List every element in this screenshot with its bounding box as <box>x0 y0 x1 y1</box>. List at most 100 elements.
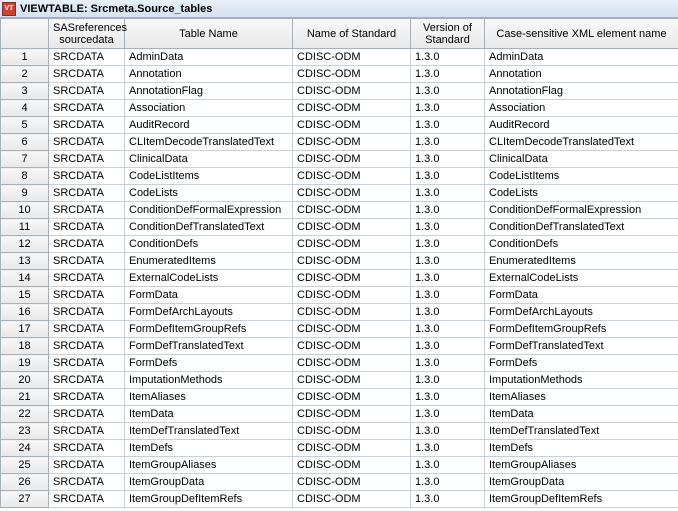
cell-xmlname[interactable]: ItemDefTranslatedText <box>485 423 678 440</box>
cell-standard[interactable]: CDISC-ODM <box>293 304 411 321</box>
cell-version[interactable]: 1.3.0 <box>411 49 485 66</box>
window-titlebar[interactable]: VT VIEWTABLE: Srcmeta.Source_tables <box>0 0 678 18</box>
cell-xmlname[interactable]: AuditRecord <box>485 117 678 134</box>
table-row[interactable]: 12SRCDATAConditionDefsCDISC-ODM1.3.0Cond… <box>1 236 678 253</box>
cell-xmlname[interactable]: FormDefArchLayouts <box>485 304 678 321</box>
cell-sourcedata[interactable]: SRCDATA <box>49 253 125 270</box>
cell-xmlname[interactable]: ItemGroupAliases <box>485 457 678 474</box>
cell-xmlname[interactable]: AdminData <box>485 49 678 66</box>
cell-standard[interactable]: CDISC-ODM <box>293 236 411 253</box>
cell-sourcedata[interactable]: SRCDATA <box>49 355 125 372</box>
cell-sourcedata[interactable]: SRCDATA <box>49 304 125 321</box>
cell-tablename[interactable]: ConditionDefFormalExpression <box>125 202 293 219</box>
cell-version[interactable]: 1.3.0 <box>411 287 485 304</box>
cell-standard[interactable]: CDISC-ODM <box>293 338 411 355</box>
cell-standard[interactable]: CDISC-ODM <box>293 491 411 508</box>
cell-standard[interactable]: CDISC-ODM <box>293 389 411 406</box>
cell-tablename[interactable]: ClinicalData <box>125 151 293 168</box>
cell-standard[interactable]: CDISC-ODM <box>293 117 411 134</box>
cell-tablename[interactable]: ItemGroupData <box>125 474 293 491</box>
cell-xmlname[interactable]: Association <box>485 100 678 117</box>
cell-sourcedata[interactable]: SRCDATA <box>49 185 125 202</box>
cell-standard[interactable]: CDISC-ODM <box>293 185 411 202</box>
cell-xmlname[interactable]: ImputationMethods <box>485 372 678 389</box>
cell-tablename[interactable]: ItemAliases <box>125 389 293 406</box>
cell-tablename[interactable]: Annotation <box>125 66 293 83</box>
cell-standard[interactable]: CDISC-ODM <box>293 253 411 270</box>
cell-xmlname[interactable]: FormDefs <box>485 355 678 372</box>
cell-sourcedata[interactable]: SRCDATA <box>49 338 125 355</box>
cell-xmlname[interactable]: ItemDefs <box>485 440 678 457</box>
table-row[interactable]: 6SRCDATACLItemDecodeTranslatedTextCDISC-… <box>1 134 678 151</box>
cell-sourcedata[interactable]: SRCDATA <box>49 440 125 457</box>
cell-tablename[interactable]: ItemGroupDefItemRefs <box>125 491 293 508</box>
cell-sourcedata[interactable]: SRCDATA <box>49 236 125 253</box>
table-row[interactable]: 9SRCDATACodeListsCDISC-ODM1.3.0CodeLists <box>1 185 678 202</box>
cell-sourcedata[interactable]: SRCDATA <box>49 219 125 236</box>
table-row[interactable]: 8SRCDATACodeListItemsCDISC-ODM1.3.0CodeL… <box>1 168 678 185</box>
cell-tablename[interactable]: CodeListItems <box>125 168 293 185</box>
table-row[interactable]: 16SRCDATAFormDefArchLayoutsCDISC-ODM1.3.… <box>1 304 678 321</box>
cell-xmlname[interactable]: ItemGroupData <box>485 474 678 491</box>
cell-version[interactable]: 1.3.0 <box>411 372 485 389</box>
row-number[interactable]: 14 <box>1 270 49 287</box>
row-number[interactable]: 11 <box>1 219 49 236</box>
row-number[interactable]: 24 <box>1 440 49 457</box>
row-number[interactable]: 9 <box>1 185 49 202</box>
row-number[interactable]: 26 <box>1 474 49 491</box>
col-rownum[interactable] <box>1 19 49 49</box>
cell-sourcedata[interactable]: SRCDATA <box>49 406 125 423</box>
cell-standard[interactable]: CDISC-ODM <box>293 372 411 389</box>
cell-standard[interactable]: CDISC-ODM <box>293 270 411 287</box>
table-row[interactable]: 18SRCDATAFormDefTranslatedTextCDISC-ODM1… <box>1 338 678 355</box>
row-number[interactable]: 2 <box>1 66 49 83</box>
cell-xmlname[interactable]: EnumeratedItems <box>485 253 678 270</box>
cell-standard[interactable]: CDISC-ODM <box>293 202 411 219</box>
row-number[interactable]: 12 <box>1 236 49 253</box>
cell-version[interactable]: 1.3.0 <box>411 321 485 338</box>
cell-tablename[interactable]: FormDefTranslatedText <box>125 338 293 355</box>
cell-tablename[interactable]: Association <box>125 100 293 117</box>
row-number[interactable]: 25 <box>1 457 49 474</box>
cell-version[interactable]: 1.3.0 <box>411 236 485 253</box>
cell-version[interactable]: 1.3.0 <box>411 185 485 202</box>
row-number[interactable]: 6 <box>1 134 49 151</box>
table-row[interactable]: 22SRCDATAItemDataCDISC-ODM1.3.0ItemData <box>1 406 678 423</box>
table-row[interactable]: 1SRCDATAAdminDataCDISC-ODM1.3.0AdminData <box>1 49 678 66</box>
table-row[interactable]: 4SRCDATAAssociationCDISC-ODM1.3.0Associa… <box>1 100 678 117</box>
cell-sourcedata[interactable]: SRCDATA <box>49 151 125 168</box>
table-row[interactable]: 5SRCDATAAuditRecordCDISC-ODM1.3.0AuditRe… <box>1 117 678 134</box>
cell-tablename[interactable]: AnnotationFlag <box>125 83 293 100</box>
cell-standard[interactable]: CDISC-ODM <box>293 219 411 236</box>
table-row[interactable]: 10SRCDATAConditionDefFormalExpressionCDI… <box>1 202 678 219</box>
row-number[interactable]: 10 <box>1 202 49 219</box>
cell-version[interactable]: 1.3.0 <box>411 304 485 321</box>
cell-sourcedata[interactable]: SRCDATA <box>49 100 125 117</box>
cell-standard[interactable]: CDISC-ODM <box>293 287 411 304</box>
cell-sourcedata[interactable]: SRCDATA <box>49 83 125 100</box>
cell-xmlname[interactable]: ItemAliases <box>485 389 678 406</box>
table-row[interactable]: 21SRCDATAItemAliasesCDISC-ODM1.3.0ItemAl… <box>1 389 678 406</box>
row-number[interactable]: 17 <box>1 321 49 338</box>
cell-standard[interactable]: CDISC-ODM <box>293 321 411 338</box>
cell-tablename[interactable]: CLItemDecodeTranslatedText <box>125 134 293 151</box>
cell-xmlname[interactable]: ConditionDefs <box>485 236 678 253</box>
cell-tablename[interactable]: ConditionDefs <box>125 236 293 253</box>
cell-tablename[interactable]: ItemGroupAliases <box>125 457 293 474</box>
cell-sourcedata[interactable]: SRCDATA <box>49 66 125 83</box>
cell-sourcedata[interactable]: SRCDATA <box>49 202 125 219</box>
cell-tablename[interactable]: FormDefItemGroupRefs <box>125 321 293 338</box>
cell-xmlname[interactable]: CLItemDecodeTranslatedText <box>485 134 678 151</box>
table-row[interactable]: 11SRCDATAConditionDefTranslatedTextCDISC… <box>1 219 678 236</box>
row-number[interactable]: 7 <box>1 151 49 168</box>
cell-sourcedata[interactable]: SRCDATA <box>49 457 125 474</box>
cell-sourcedata[interactable]: SRCDATA <box>49 168 125 185</box>
cell-tablename[interactable]: AuditRecord <box>125 117 293 134</box>
cell-tablename[interactable]: FormDefs <box>125 355 293 372</box>
col-standard[interactable]: Name of Standard <box>293 19 411 49</box>
cell-tablename[interactable]: ConditionDefTranslatedText <box>125 219 293 236</box>
row-number[interactable]: 23 <box>1 423 49 440</box>
cell-sourcedata[interactable]: SRCDATA <box>49 372 125 389</box>
row-number[interactable]: 20 <box>1 372 49 389</box>
cell-version[interactable]: 1.3.0 <box>411 100 485 117</box>
